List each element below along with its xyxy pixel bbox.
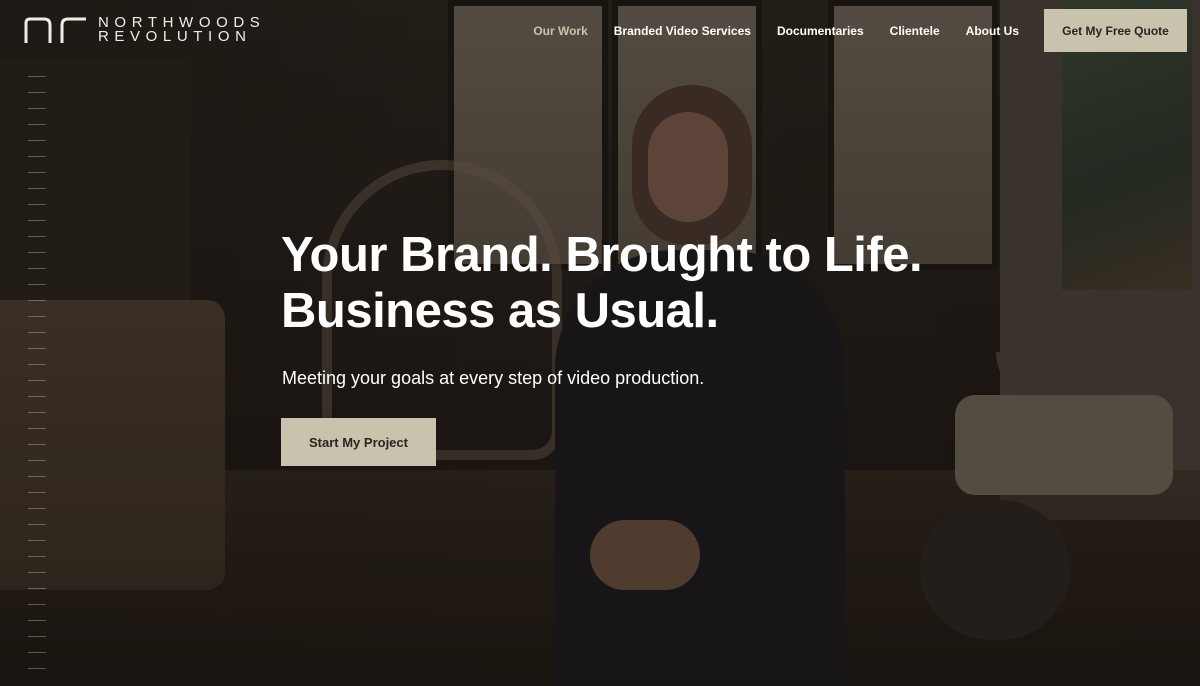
hero-headline-line-2: Business as Usual. bbox=[281, 284, 719, 338]
nav-item-branded-video-services[interactable]: Branded Video Services bbox=[614, 24, 751, 38]
logo-wordmark: NORTHWOODS REVOLUTION bbox=[98, 15, 265, 45]
hero-headline-line-1: Your Brand. Brought to Life. bbox=[281, 228, 923, 282]
start-project-button[interactable]: Start My Project bbox=[281, 418, 436, 466]
hero-subhead: Meeting your goals at every step of vide… bbox=[282, 368, 705, 388]
get-free-quote-button[interactable]: Get My Free Quote bbox=[1044, 9, 1187, 52]
nav-links: Our Work Branded Video Services Document… bbox=[507, 24, 1019, 38]
nav-item-about-us[interactable]: About Us bbox=[966, 24, 1019, 38]
nav-item-our-work[interactable]: Our Work bbox=[533, 24, 587, 38]
top-navigation: NORTHWOODS REVOLUTION Our Work Branded V… bbox=[0, 0, 1200, 62]
nav-item-documentaries[interactable]: Documentaries bbox=[777, 24, 864, 38]
hero-section: NORTHWOODS REVOLUTION Our Work Branded V… bbox=[0, 0, 1200, 686]
nav-item-clientele[interactable]: Clientele bbox=[890, 24, 940, 38]
side-scale-decoration bbox=[28, 76, 46, 676]
hero-overlay bbox=[0, 0, 1200, 686]
logo[interactable]: NORTHWOODS REVOLUTION bbox=[24, 15, 265, 45]
nr-monogram-icon bbox=[24, 17, 86, 43]
hero-headline: Your Brand. Brought to Life. Business as… bbox=[281, 227, 923, 339]
logo-line-2: REVOLUTION bbox=[98, 28, 252, 45]
